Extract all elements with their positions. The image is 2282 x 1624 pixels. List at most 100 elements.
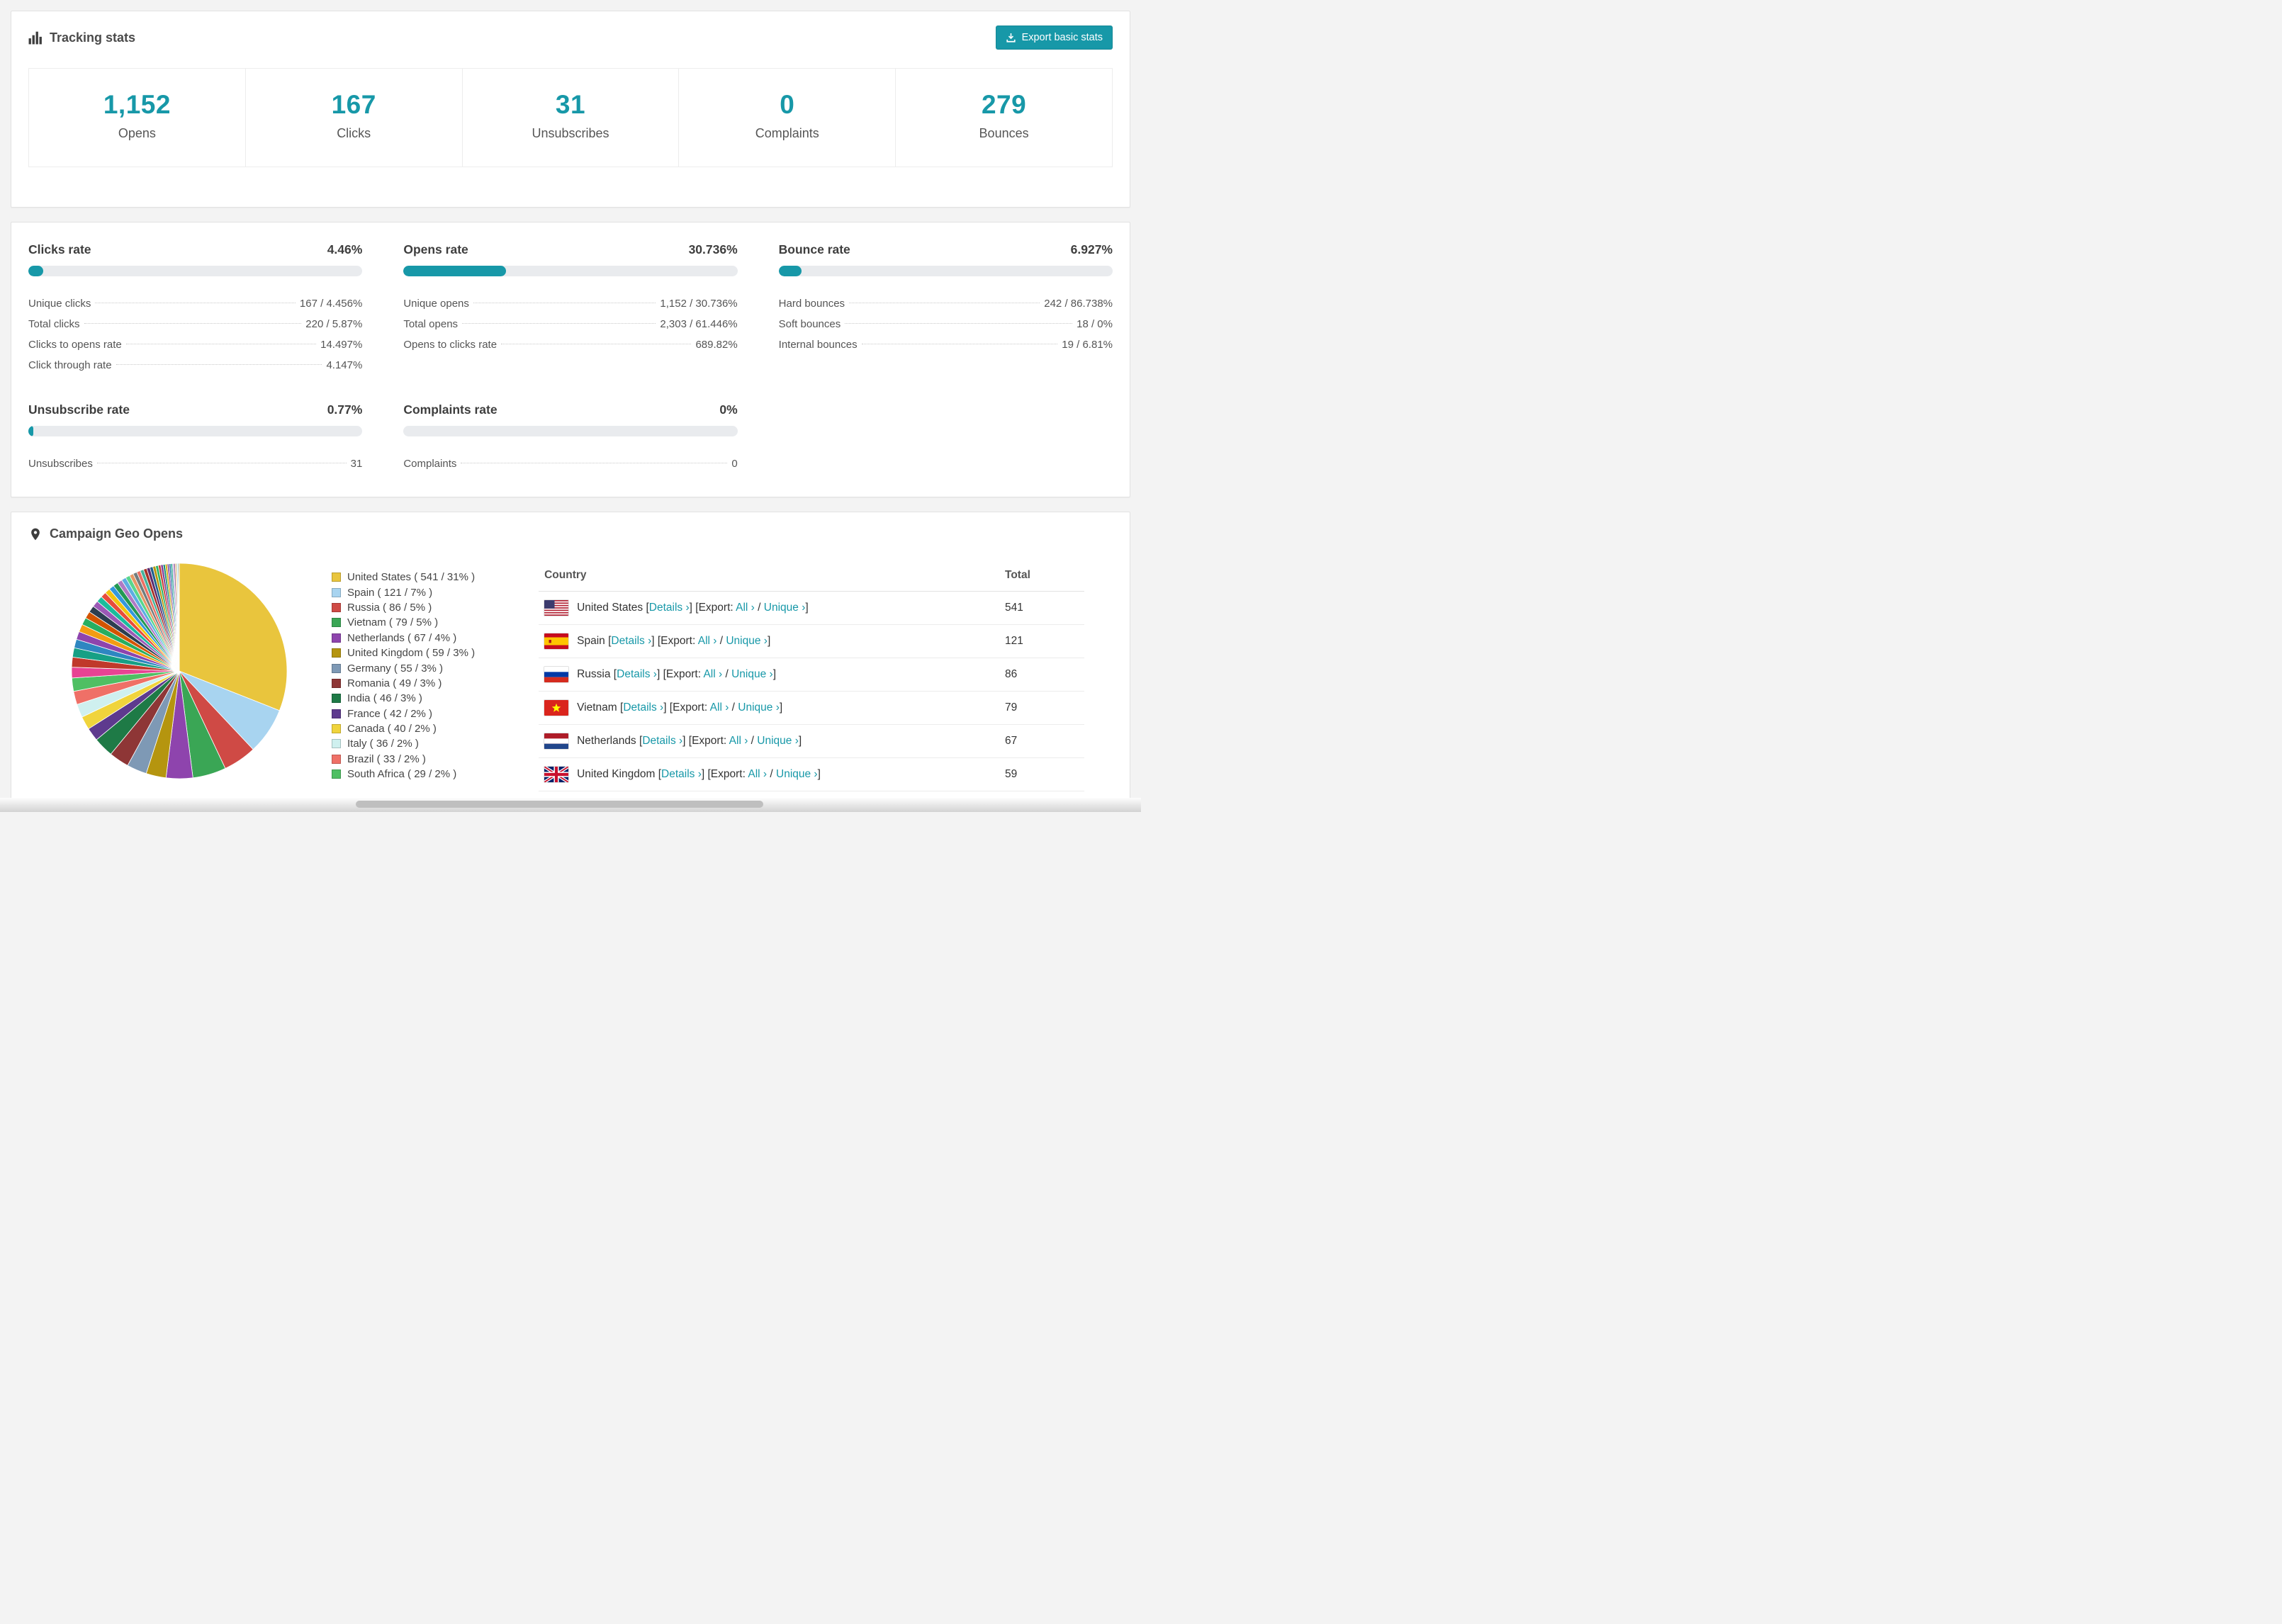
rates-grid: Clicks rate 4.46% Unique clicks 167 / 4.456… (28, 242, 1113, 474)
legend-swatch (332, 602, 341, 612)
geo-pie-chart-wrap (69, 561, 289, 781)
dotted-leader (462, 323, 656, 324)
rates-card: Clicks rate 4.46% Unique clicks 167 / 4.456… (11, 222, 1130, 497)
export-all-link[interactable]: All › (736, 602, 755, 614)
legend-item-netherlands: Netherlands ( 67 / 4% ) (332, 631, 475, 645)
rate-head: Complaints rate 0% (403, 402, 737, 417)
details-link[interactable]: Details › (611, 635, 651, 647)
geo-opens-title-text: Campaign Geo Opens (50, 526, 184, 541)
horizontal-scrollbar-thumb[interactable] (356, 801, 763, 808)
export-unique-link[interactable]: Unique › (764, 602, 806, 614)
map-pin-icon (28, 527, 43, 541)
legend-swatch (332, 587, 341, 597)
export-all-link[interactable]: All › (729, 735, 748, 747)
legend-swatch (332, 724, 341, 734)
dotted-leader (84, 323, 302, 324)
rate-block-unsubscribe-rate: Unsubscribe rate 0.77% Unsubscribes 31 (28, 402, 363, 474)
rate-row-label: Clicks to opens rate (28, 339, 122, 351)
rate-row-label: Click through rate (28, 359, 112, 371)
details-link[interactable]: Details › (617, 668, 657, 680)
geo-country-cell: Vietnam [Details ›] [Export: All › / Uni… (539, 691, 999, 725)
country-name: United Kingdom (577, 768, 656, 780)
country-name: Netherlands (577, 735, 636, 747)
total-column-header: Total (999, 560, 1084, 592)
rate-row-soft-bounces: Soft bounces 18 / 0% (779, 314, 1113, 334)
download-icon (1006, 33, 1016, 43)
rate-title: Opens rate (403, 242, 468, 256)
stat-label: Complaints (755, 126, 819, 140)
details-link[interactable]: Details › (623, 701, 663, 714)
rate-row-label: Internal bounces (778, 339, 858, 351)
details-link[interactable]: Details › (649, 602, 690, 614)
rate-head: Clicks rate 4.46% (28, 242, 362, 257)
tracking-stats-title: Tracking stats (28, 30, 135, 45)
legend-label: United Kingdom ( 59 / 3% ) (347, 647, 476, 660)
dotted-leader (116, 364, 322, 365)
geo-country-cell: Netherlands [Details ›] [Export: All › /… (539, 724, 999, 758)
legend-swatch (332, 618, 341, 628)
export-all-link[interactable]: All › (703, 668, 722, 680)
legend-swatch (332, 633, 341, 643)
progress-fill (28, 426, 33, 436)
rate-row-value: 689.82% (695, 339, 738, 351)
geo-pie-chart (71, 563, 288, 779)
rate-row-complaints: Complaints 0 (403, 453, 737, 474)
stat-label: Opens (118, 126, 156, 140)
progress-fill (403, 266, 507, 276)
bar-chart-icon (28, 30, 43, 45)
stat-box-bounces: 279 Bounces (896, 69, 1112, 167)
stat-box-complaints: 0 Complaints (679, 69, 896, 167)
geo-table-header-row: Country Total (539, 560, 1084, 592)
export-unique-link[interactable]: Unique › (738, 701, 780, 714)
rate-rows: Unique clicks 167 / 4.456% Total clicks 220… (28, 293, 362, 376)
details-link[interactable]: Details › (661, 768, 702, 780)
legend-item-italy: Italy ( 36 / 2% ) (332, 736, 475, 751)
legend-swatch (332, 573, 341, 582)
country-name: Vietnam (577, 701, 617, 714)
rate-row-hard-bounces: Hard bounces 242 / 86.738% (779, 293, 1113, 314)
legend-label: India ( 46 / 3% ) (347, 692, 422, 705)
country-name: Spain (577, 635, 605, 647)
legend-label: Russia ( 86 / 5% ) (347, 601, 432, 614)
progress-fill (778, 266, 802, 276)
geo-opens-header: Campaign Geo Opens (11, 512, 1130, 551)
export-all-link[interactable]: All › (748, 768, 767, 780)
geo-row-germany: Germany [Details ›] [Export: All › / Uni… (539, 791, 1084, 798)
export-basic-stats-button[interactable]: Export basic stats (995, 26, 1113, 50)
export-unique-link[interactable]: Unique › (726, 635, 768, 647)
rate-row-total-clicks: Total clicks 220 / 5.87% (28, 314, 362, 334)
rate-row-value: 242 / 86.738% (1044, 298, 1113, 310)
export-unique-link[interactable]: Unique › (757, 735, 799, 747)
details-link[interactable]: Details › (642, 735, 682, 747)
export-all-link[interactable]: All › (710, 701, 729, 714)
legend-item-romania: Romania ( 49 / 3% ) (332, 676, 475, 691)
stat-value: 279 (981, 90, 1027, 119)
legend-label: Netherlands ( 67 / 4% ) (347, 631, 457, 644)
stat-value: 1,152 (103, 90, 171, 119)
clicks-rate-progress-bar (28, 266, 363, 276)
legend-swatch (332, 769, 341, 779)
rate-row-label: Unique opens (403, 298, 469, 310)
legend-item-canada: Canada ( 40 / 2% ) (332, 721, 475, 736)
geo-row-text: Vietnam [Details ›] [Export: All › / Uni… (577, 701, 783, 714)
legend-label: Romania ( 49 / 3% ) (347, 677, 442, 689)
legend-item-united-kingdom: United Kingdom ( 59 / 3% ) (332, 645, 475, 660)
export-unique-link[interactable]: Unique › (776, 768, 818, 780)
export-unique-link[interactable]: Unique › (731, 668, 773, 680)
us-flag-icon (544, 600, 569, 616)
legend-swatch (332, 754, 341, 764)
export-basic-stats-label: Export basic stats (1021, 32, 1103, 43)
stat-value: 0 (780, 90, 795, 119)
ru-flag-icon (544, 667, 569, 682)
geo-country-cell: Spain [Details ›] [Export: All › / Uniqu… (539, 624, 999, 658)
rate-head: Bounce rate 6.927% (779, 242, 1113, 257)
geo-row-text: Netherlands [Details ›] [Export: All › /… (577, 735, 802, 747)
export-all-link[interactable]: All › (698, 635, 717, 647)
stat-label: Bounces (979, 126, 1029, 140)
geo-row-united-kingdom: United Kingdom [Details ›] [Export: All … (539, 757, 1084, 791)
rate-row-unique-clicks: Unique clicks 167 / 4.456% (28, 293, 362, 314)
legend-swatch (332, 648, 341, 658)
rate-rows: Complaints 0 (403, 453, 737, 474)
geo-table-head: Country Total (539, 560, 1084, 592)
rate-block-clicks-rate: Clicks rate 4.46% Unique clicks 167 / 4.456… (28, 242, 363, 376)
